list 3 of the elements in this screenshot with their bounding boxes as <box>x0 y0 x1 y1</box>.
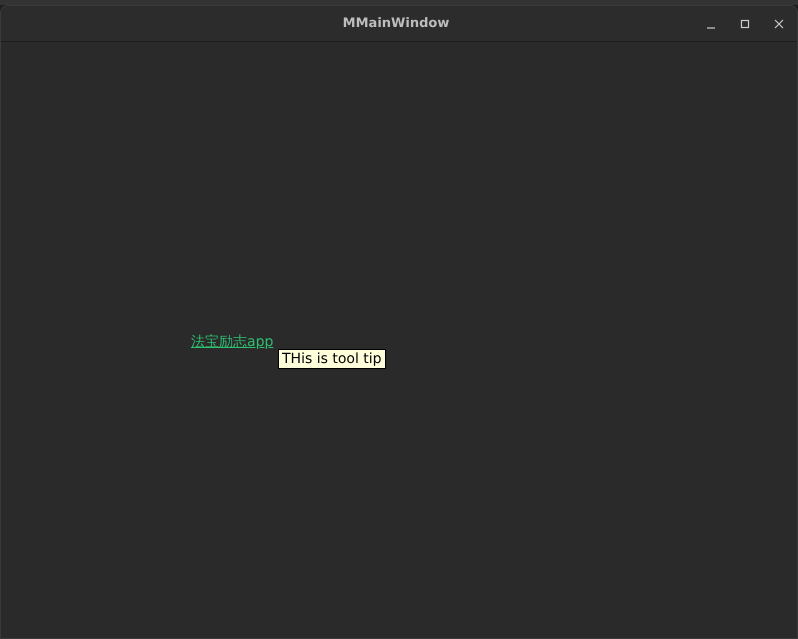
tooltip: THis is tool tip <box>278 349 386 369</box>
app-link[interactable]: 法宝励志app <box>191 334 274 350</box>
window-title: MMainWindow <box>342 16 450 31</box>
